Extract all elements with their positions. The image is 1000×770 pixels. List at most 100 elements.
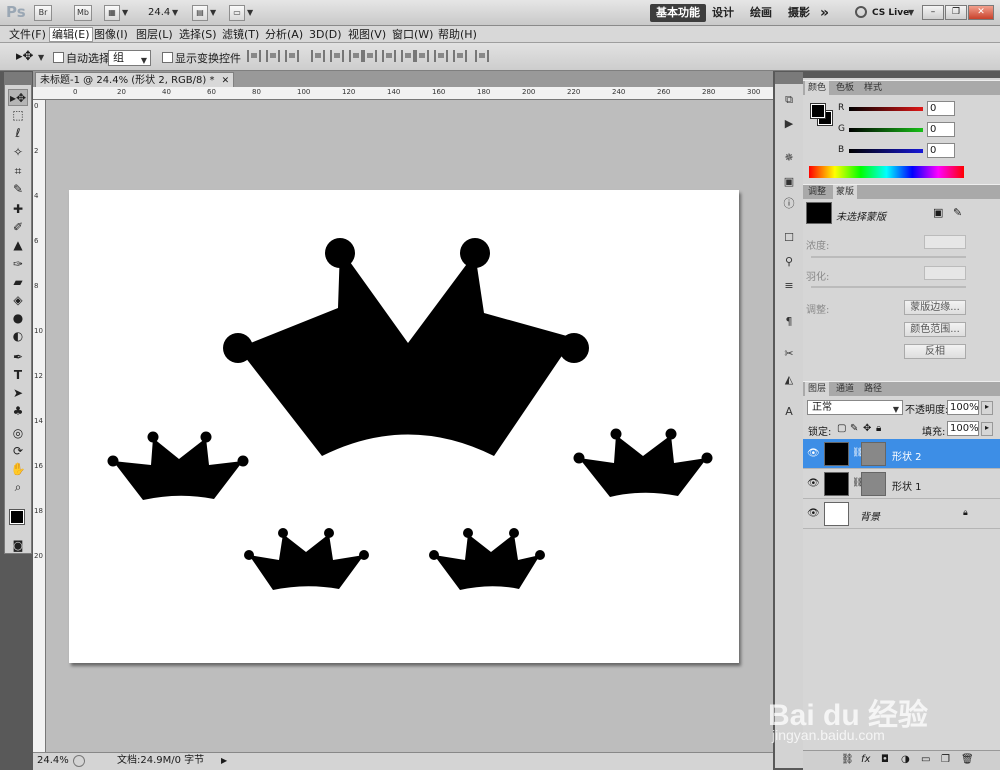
chevron-down-icon[interactable]: ▼ — [172, 8, 178, 17]
menu-select[interactable]: 选择(S) — [177, 27, 219, 42]
tools-panel-header[interactable] — [4, 72, 32, 84]
menu-filter[interactable]: 滤镜(T) — [220, 27, 261, 42]
distribute-hcenter-icon[interactable] — [434, 50, 448, 62]
distribute-left-icon[interactable] — [415, 50, 429, 62]
foreground-color-swatch[interactable] — [9, 509, 25, 525]
layer-row-background[interactable]: 👁︎ 背景 🔒︎ — [803, 499, 1000, 529]
paint-bucket-tool-icon[interactable]: ◈ — [8, 292, 28, 309]
lock-position-icon[interactable]: ✥ — [863, 423, 871, 434]
chevron-down-icon[interactable]: ▼ — [908, 8, 914, 17]
brush-tool-icon[interactable]: ✐ — [8, 219, 28, 236]
status-zoom[interactable]: 24.4% — [37, 753, 69, 769]
blur-tool-icon[interactable]: ● — [8, 310, 28, 327]
auto-select-checkbox[interactable] — [53, 52, 64, 63]
lock-all-icon[interactable]: 🔒︎ — [876, 423, 881, 434]
pen-tool-icon[interactable]: ✒ — [8, 349, 28, 366]
delete-layer-icon[interactable]: 🗑︎ — [961, 754, 974, 765]
eyedropper-tool-icon[interactable]: ✎ — [8, 181, 28, 198]
info-panel-icon[interactable]: ⓘ — [780, 196, 798, 212]
align-top-icon[interactable] — [247, 50, 261, 62]
3d-orbit-tool-icon[interactable]: ⟳ — [8, 443, 28, 460]
workspace-design[interactable]: 设计 — [712, 4, 734, 22]
spot-healing-tool-icon[interactable]: ✚ — [8, 201, 28, 218]
blue-slider[interactable] — [849, 149, 923, 153]
brushes-panel-icon[interactable]: ✵ — [780, 150, 798, 166]
zoom-level[interactable]: 24.4 — [148, 7, 170, 18]
align-left-icon[interactable] — [311, 50, 325, 62]
menu-window[interactable]: 窗口(W) — [390, 27, 435, 42]
blue-value-field[interactable]: 0 — [927, 143, 955, 158]
crown-small-right[interactable] — [573, 428, 713, 498]
custom-shape-tool-icon[interactable]: ♣ — [8, 403, 28, 420]
crown-large[interactable] — [223, 238, 589, 456]
lock-transparency-icon[interactable]: ▢ — [837, 423, 846, 434]
foreground-color-chip[interactable] — [810, 103, 826, 119]
eye-icon[interactable]: 👁︎ — [807, 448, 820, 459]
menu-3d[interactable]: 3D(D) — [307, 27, 344, 42]
align-hcenter-icon[interactable] — [330, 50, 344, 62]
workspace-essentials[interactable]: 基本功能 — [650, 4, 706, 22]
distribute-bottom-icon[interactable] — [401, 50, 415, 62]
adjustment-layer-icon[interactable]: ◑ — [901, 754, 910, 765]
3d-rotate-tool-icon[interactable]: ◎ — [8, 425, 28, 442]
new-layer-icon[interactable]: ❐ — [941, 754, 950, 765]
screen-mode-icon[interactable]: ▭ — [229, 5, 245, 21]
close-button[interactable]: ✕ — [968, 5, 994, 20]
density-field[interactable] — [924, 235, 966, 249]
document-tab[interactable]: 未标题-1 @ 24.4% (形状 2, RGB/8) * ✕ — [35, 72, 235, 87]
layer-style-icon[interactable]: fx — [861, 754, 870, 765]
auto-select-dropdown[interactable]: 组 ▼ — [108, 50, 151, 66]
clone-source-icon[interactable]: ▣ — [780, 174, 798, 190]
document-canvas[interactable] — [69, 190, 739, 663]
menu-edit[interactable]: 编辑(E) — [49, 27, 93, 42]
eye-icon[interactable]: 👁︎ — [807, 508, 820, 519]
menu-layer[interactable]: 图层(L) — [134, 27, 175, 42]
green-slider[interactable] — [849, 128, 923, 132]
align-right-icon[interactable] — [349, 50, 363, 62]
menu-file[interactable]: 文件(F) — [7, 27, 48, 42]
eraser-tool-icon[interactable]: ▰ — [8, 274, 28, 291]
icon-dock-header[interactable] — [775, 72, 803, 84]
align-vcenter-icon[interactable] — [266, 50, 280, 62]
tab-channels[interactable]: 通道 — [833, 382, 857, 397]
tab-layers[interactable]: 图层 — [805, 382, 830, 397]
feather-field[interactable] — [924, 266, 966, 280]
color-spectrum-bar[interactable] — [809, 166, 964, 178]
layer-row-shape-2[interactable]: 👁︎ ⛓︎ 形状 2 — [803, 439, 1000, 469]
bridge-button[interactable]: Br — [34, 5, 52, 21]
cs-live-icon[interactable] — [855, 6, 867, 18]
move-tool-preset-icon[interactable]: ▸✥ — [16, 49, 33, 64]
tab-adjustments[interactable]: 调整 — [805, 185, 829, 200]
opacity-field[interactable]: 100% — [947, 400, 979, 415]
eye-icon[interactable]: 👁︎ — [807, 478, 820, 489]
lasso-tool-icon[interactable]: ℓ — [8, 125, 28, 142]
arrange-documents-icon[interactable]: ▤ — [192, 5, 208, 21]
crown-small-bottom-right[interactable] — [429, 528, 545, 590]
more-workspaces-button[interactable]: » — [820, 4, 829, 22]
close-tab-icon[interactable]: ✕ — [222, 76, 230, 86]
crop-tool-icon[interactable]: ⌗ — [8, 163, 28, 180]
workspace-photography[interactable]: 摄影 — [788, 4, 810, 22]
fill-slider-arrow[interactable]: ▸ — [981, 422, 993, 436]
move-tool-icon[interactable]: ▸✥ — [8, 89, 28, 106]
workspace-painting[interactable]: 绘画 — [750, 4, 772, 22]
tool-presets-icon[interactable]: ☐ — [780, 230, 798, 246]
3d-panel-icon[interactable]: ✂ — [780, 346, 798, 362]
blend-mode-dropdown[interactable]: 正常 ▼ — [807, 400, 903, 415]
marquee-tool-icon[interactable]: ⬚ — [8, 107, 28, 124]
type-tool-icon[interactable]: T — [8, 367, 28, 384]
hand-tool-icon[interactable]: ✋ — [8, 461, 28, 478]
invert-button[interactable]: 反相 — [904, 344, 966, 359]
pixel-mask-icon[interactable]: ▣ — [933, 206, 943, 219]
vertical-ruler[interactable]: 0 2 4 6 8 10 12 14 16 18 20 — [33, 100, 46, 752]
green-value-field[interactable]: 0 — [927, 122, 955, 137]
histogram-panel-icon[interactable]: ≡ — [780, 278, 798, 294]
auto-align-icon[interactable] — [475, 50, 489, 62]
opacity-slider-arrow[interactable]: ▸ — [981, 401, 993, 415]
mask-edge-button[interactable]: 蒙版边缘... — [904, 300, 966, 315]
menu-view[interactable]: 视图(V) — [346, 27, 388, 42]
view-extras-icon[interactable]: ▦ — [104, 5, 120, 21]
character-panel-icon[interactable]: A — [780, 404, 798, 420]
tab-paths[interactable]: 路径 — [861, 382, 885, 397]
crown-small-left[interactable] — [107, 431, 249, 501]
